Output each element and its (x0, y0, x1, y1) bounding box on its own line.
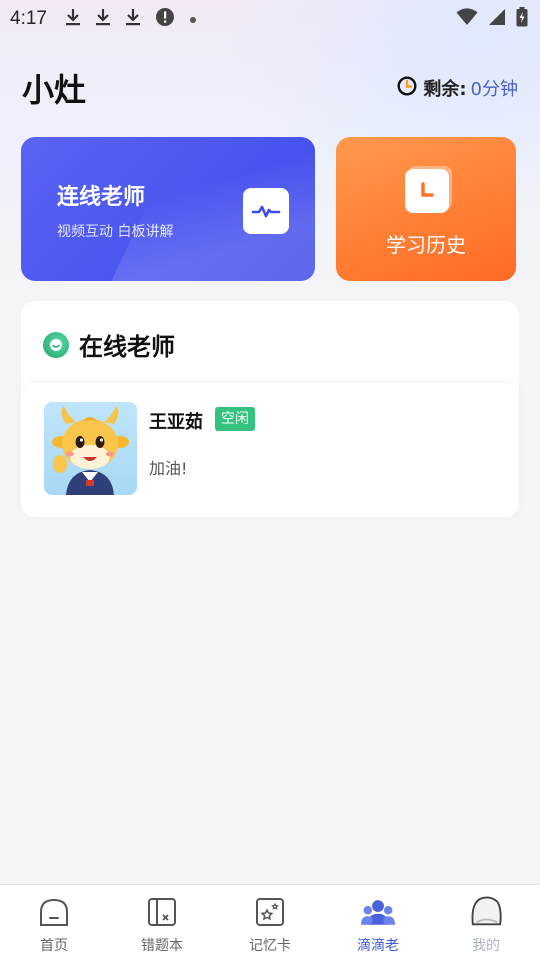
nav-item-profile[interactable]: 我的 (432, 885, 540, 960)
clock-icon (397, 75, 417, 101)
nav-item-teachers[interactable]: 滴滴老 (324, 885, 432, 960)
nav-label: 记忆卡 (249, 938, 291, 954)
connect-title: 连线老师 (57, 185, 146, 210)
memory-card-icon (253, 895, 287, 929)
remaining-label: 剩余: (423, 79, 467, 100)
nav-item-home[interactable]: 首页 (0, 885, 108, 960)
page-title: 小灶 (22, 71, 87, 109)
section-header: 在线老师 (43, 327, 175, 362)
study-history-label: 学习历史 (386, 233, 466, 257)
section-title: 在线老师 (79, 333, 175, 361)
connect-teacher-card[interactable]: 连线老师 视频互动 白板讲解 (21, 137, 315, 281)
nav-label: 首页 (40, 938, 68, 954)
status-time: 4:17 (10, 8, 47, 29)
signal-icon (488, 8, 506, 30)
status-bar: 4:17 (0, 0, 540, 38)
teacher-name: 王亚茹 (149, 412, 203, 433)
download-icon (125, 8, 141, 30)
nav-item-memory-card[interactable]: 记忆卡 (216, 885, 324, 960)
download-icon (95, 8, 111, 30)
status-badge: 空闲 (215, 407, 255, 431)
nav-item-wrong-book[interactable]: 错题本 (108, 885, 216, 960)
nav-label: 我的 (472, 938, 500, 954)
study-history-card[interactable]: 学习历史 (336, 137, 516, 281)
nav-label: 滴滴老 (357, 938, 399, 954)
clock-icon (405, 169, 449, 213)
online-teachers-panel: 在线老师 王亚茹 空闲 加油! (21, 301, 519, 517)
teachers-icon (361, 895, 395, 929)
wifi-icon (456, 8, 478, 30)
wrong-book-icon (145, 895, 179, 929)
teacher-message: 加油! (149, 459, 188, 478)
alert-icon (155, 7, 175, 31)
download-icon (65, 8, 81, 30)
teacher-list-item[interactable]: 王亚茹 空闲 加油! (21, 383, 519, 517)
teacher-avatar (44, 402, 137, 495)
battery-icon (516, 7, 528, 31)
nav-label: 错题本 (141, 938, 183, 954)
remaining-value: 0分钟 (470, 79, 518, 100)
waveform-icon (243, 188, 289, 234)
dot-icon (189, 10, 197, 28)
online-status-icon (43, 331, 69, 358)
profile-icon (469, 895, 503, 929)
remaining-time: 剩余: 0分钟 (397, 75, 518, 101)
connect-subtitle: 视频互动 白板讲解 (57, 224, 174, 240)
page-header: 小灶 剩余: 0分钟 (22, 66, 518, 110)
home-icon (37, 895, 71, 929)
bottom-nav: 首页 错题本 记忆卡 滴滴老 我的 (0, 884, 540, 960)
